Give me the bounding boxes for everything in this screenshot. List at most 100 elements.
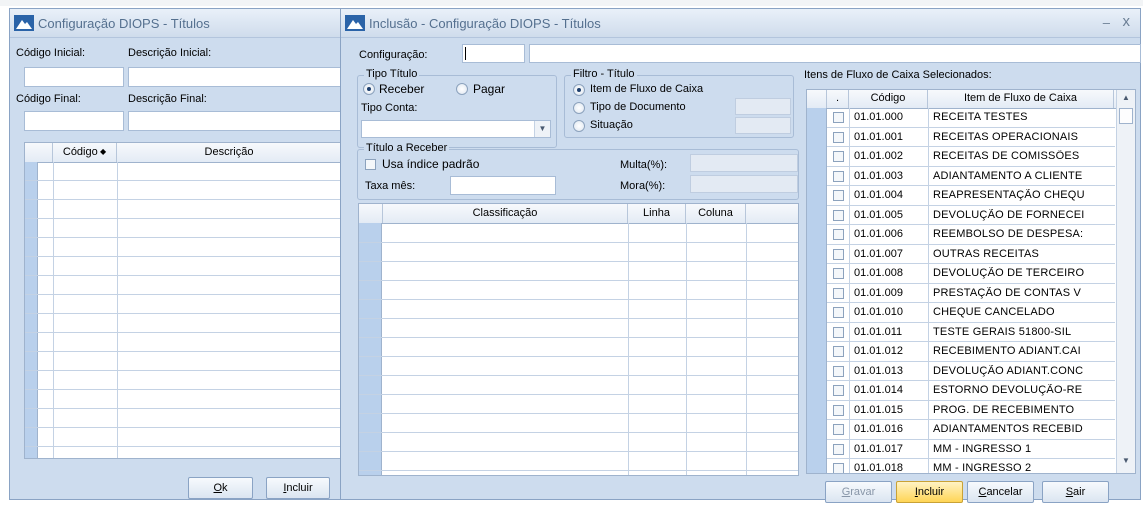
itens-table-row[interactable]: 01.01.008 DEVOLUÇÃO DE TERCEIRO — [827, 264, 1115, 284]
header-item-fluxo[interactable]: Item de Fluxo de Caixa — [928, 90, 1114, 108]
item-select-checkbox[interactable] — [833, 112, 844, 123]
item-select-checkbox[interactable] — [833, 463, 844, 473]
item-descricao-cell: RECEITAS OPERACIONAIS — [933, 130, 1079, 143]
back-grid-header-codigo[interactable]: Código ◆ — [53, 143, 117, 162]
item-select-checkbox[interactable] — [833, 307, 844, 318]
descricao-final-label: Descrição Final: — [128, 93, 207, 105]
item-select-checkbox[interactable] — [833, 229, 844, 240]
col-divider — [928, 303, 929, 322]
tipo-conta-select[interactable]: ▼ — [361, 120, 551, 138]
situacao-label[interactable]: Situação — [590, 119, 633, 131]
itens-fluxo-grid[interactable]: . Código Item de Fluxo de Caixa 01.01.00… — [806, 89, 1136, 474]
item-select-checkbox[interactable] — [833, 268, 844, 279]
descricao-final-input[interactable] — [128, 111, 342, 131]
col-divider — [928, 225, 929, 244]
scroll-up-icon[interactable]: ▲ — [1117, 93, 1135, 107]
taxa-mes-input[interactable] — [450, 176, 556, 195]
col-divider — [928, 342, 929, 361]
usa-indice-label[interactable]: Usa índice padrão — [382, 157, 479, 171]
ok-button-accel: O — [213, 482, 223, 494]
col-divider — [849, 439, 850, 458]
item-select-checkbox[interactable] — [833, 190, 844, 201]
item-select-checkbox[interactable] — [833, 209, 844, 221]
item-select-checkbox[interactable] — [833, 424, 844, 435]
itens-table-row[interactable]: 01.01.000 RECEITA TESTES — [827, 108, 1115, 128]
itens-table-row[interactable]: 01.01.015 PROG. DE RECEBIMENTO — [827, 400, 1115, 420]
situacao-radio[interactable] — [573, 120, 585, 132]
classificacao-grid[interactable]: Classificação Linha Coluna — [358, 203, 799, 476]
codigo-final-input[interactable] — [24, 111, 124, 131]
item-select-checkbox[interactable] — [833, 404, 844, 416]
header-coluna[interactable]: Coluna — [686, 204, 746, 223]
item-select-checkbox[interactable] — [833, 326, 844, 338]
itens-table-row[interactable]: 01.01.016 ADIANTAMENTOS RECEBID — [827, 420, 1115, 440]
receber-label[interactable]: Receber — [379, 82, 424, 96]
back-incluir-button[interactable]: Incluir — [266, 477, 330, 499]
gravar-button[interactable]: Gravar — [825, 481, 892, 503]
item-descricao-cell: PRESTAÇÃO DE CONTAS V — [933, 286, 1082, 299]
col-divider — [849, 400, 850, 419]
tipo-titulo-group: Tipo Título Receber Pagar Tipo Conta: ▼ — [357, 68, 557, 148]
receber-radio[interactable] — [363, 83, 375, 95]
gravar-label: ravar — [850, 486, 876, 498]
col-divider — [928, 361, 929, 380]
tipo-documento-radio[interactable] — [573, 102, 585, 114]
item-select-checkbox[interactable] — [833, 365, 844, 377]
item-select-checkbox[interactable] — [833, 248, 844, 260]
item-codigo-cell: 01.01.009 — [854, 286, 903, 299]
ok-button[interactable]: Ok — [188, 477, 253, 499]
itens-table-row[interactable]: 01.01.010 CHEQUE CANCELADO — [827, 303, 1115, 323]
item-select-checkbox[interactable] — [833, 346, 844, 357]
pagar-radio[interactable] — [456, 83, 468, 95]
itens-table-row[interactable]: 01.01.001 RECEITAS OPERACIONAIS — [827, 127, 1115, 147]
itens-table-row[interactable]: 01.01.007 OUTRAS RECEITAS — [827, 244, 1115, 264]
itens-table-row[interactable]: 01.01.004 REAPRESENTAÇÃO CHEQU — [827, 186, 1115, 206]
scroll-thumb[interactable] — [1119, 108, 1133, 124]
itens-table-row[interactable]: 01.01.013 DEVOLUÇÃO ADIANT.CONC — [827, 361, 1115, 381]
scroll-down-icon[interactable]: ▼ — [1117, 456, 1135, 470]
cancelar-button[interactable]: Cancelar — [967, 481, 1034, 503]
item-descricao-cell: RECEBIMENTO ADIANT.CAI — [933, 345, 1081, 357]
itens-table-row[interactable]: 01.01.002 RECEITAS DE COMISSÕES — [827, 147, 1115, 167]
itens-table-row[interactable]: 01.01.014 ESTORNO DEVOLUÇÃO-RE — [827, 381, 1115, 401]
itens-table-row[interactable]: 01.01.003 ADIANTAMENTO A CLIENTE — [827, 166, 1115, 186]
itens-table-row[interactable]: 01.01.011 TESTE GERAIS 51800-SIL — [827, 322, 1115, 342]
itens-table-row[interactable]: 01.01.012 RECEBIMENTO ADIANT.CAI — [827, 342, 1115, 362]
back-window-title: Configuração DIOPS - Títulos — [38, 16, 210, 31]
back-window-grid[interactable]: Código ◆ Descrição — [24, 142, 343, 459]
itens-scrollbar[interactable]: ▲ ▼ — [1116, 90, 1135, 473]
incluir-button[interactable]: Incluir — [896, 481, 963, 503]
back-grid-header-descricao[interactable]: Descrição — [117, 143, 342, 162]
close-icon[interactable]: x — [1123, 13, 1131, 30]
configuracao-code-input[interactable] — [462, 44, 525, 63]
sair-button[interactable]: Sair — [1042, 481, 1109, 503]
itens-table-row[interactable]: 01.01.017 MM - INGRESSO 1 — [827, 439, 1115, 459]
item-descricao-cell: RECEITA TESTES — [933, 111, 1028, 123]
grid-row-line — [359, 356, 798, 357]
itens-table-row[interactable]: 01.01.005 DEVOLUÇÃO DE FORNECEI — [827, 205, 1115, 225]
codigo-inicial-input[interactable] — [24, 67, 124, 87]
item-select-checkbox[interactable] — [833, 151, 844, 162]
item-select-checkbox[interactable] — [833, 170, 844, 182]
header-classificacao[interactable]: Classificação — [383, 204, 628, 223]
itens-table-row[interactable]: 01.01.009 PRESTAÇÃO DE CONTAS V — [827, 283, 1115, 303]
col-divider — [849, 459, 850, 473]
header-codigo[interactable]: Código — [849, 90, 928, 108]
item-select-checkbox[interactable] — [833, 287, 844, 299]
item-select-checkbox[interactable] — [833, 443, 844, 455]
chevron-down-icon[interactable]: ▼ — [534, 121, 550, 137]
item-select-checkbox[interactable] — [833, 385, 844, 396]
col-divider — [928, 186, 929, 205]
tipo-documento-label[interactable]: Tipo de Documento — [590, 101, 686, 113]
item-fluxo-radio[interactable] — [573, 84, 585, 96]
configuracao-description-input[interactable] — [529, 44, 1141, 63]
minimize-icon[interactable]: – — [1103, 15, 1110, 30]
header-linha[interactable]: Linha — [628, 204, 686, 223]
item-fluxo-label[interactable]: Item de Fluxo de Caixa — [590, 83, 703, 95]
item-select-checkbox[interactable] — [833, 131, 844, 143]
pagar-label[interactable]: Pagar — [473, 82, 505, 96]
itens-table-row[interactable]: 01.01.006 REEMBOLSO DE DESPESA: — [827, 225, 1115, 245]
usa-indice-checkbox[interactable] — [365, 159, 376, 170]
itens-table-row[interactable]: 01.01.018 MM - INGRESSO 2 — [827, 459, 1115, 473]
descricao-inicial-input[interactable] — [128, 67, 342, 87]
